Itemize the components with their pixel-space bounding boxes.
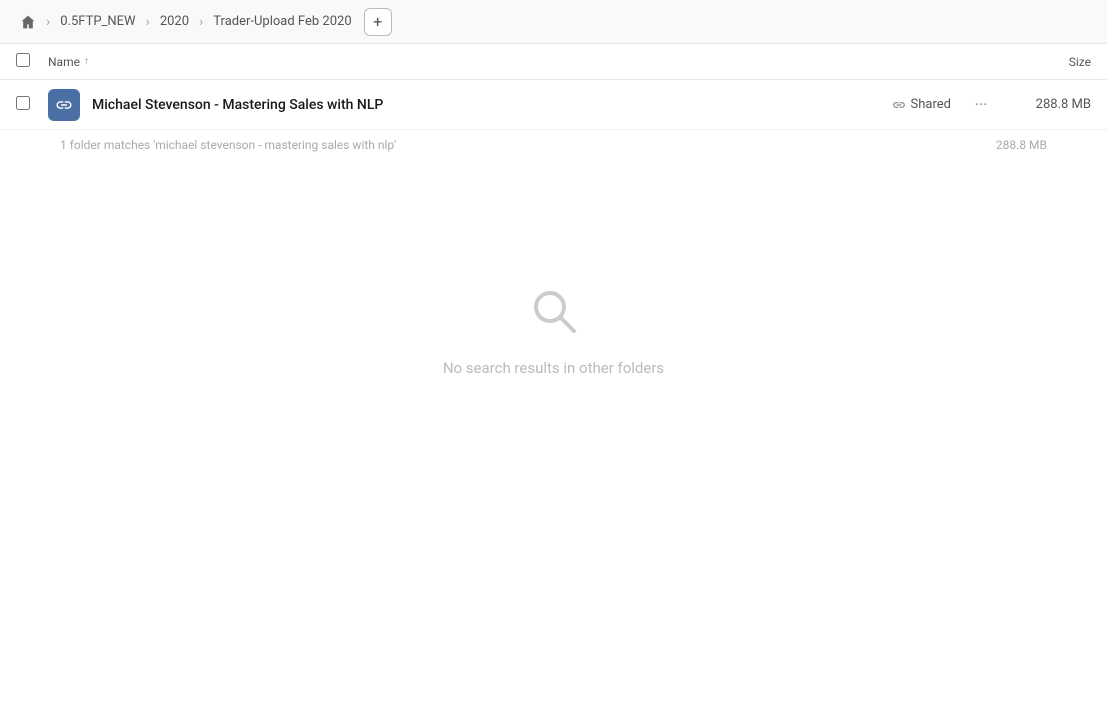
more-options-button[interactable]: ··· xyxy=(967,91,995,119)
size-column-header: Size xyxy=(1011,55,1091,69)
shared-label: Shared xyxy=(911,97,951,112)
breadcrumb-bar: › 0.5FTP_NEW › 2020 › Trader-Upload Feb … xyxy=(0,0,1107,44)
breadcrumb-separator-3: › xyxy=(197,14,205,30)
match-size-text: 288.8 MB xyxy=(967,138,1047,152)
column-header: Name ↑ Size xyxy=(0,44,1107,80)
link-icon xyxy=(55,96,73,114)
breadcrumb-separator-2: › xyxy=(144,14,152,30)
folder-icon xyxy=(48,89,80,121)
breadcrumb-item-3[interactable]: Trader-Upload Feb 2020 xyxy=(205,10,359,33)
breadcrumb-separator-1: › xyxy=(44,14,52,30)
match-info-row: 1 folder matches 'michael stevenson - ma… xyxy=(0,130,1107,160)
empty-state-message: No search results in other folders xyxy=(443,359,664,377)
file-row[interactable]: Michael Stevenson - Mastering Sales with… xyxy=(0,80,1107,130)
match-count-text: 1 folder matches 'michael stevenson - ma… xyxy=(60,138,967,152)
file-checkbox[interactable] xyxy=(16,95,36,114)
breadcrumb-item-1[interactable]: 0.5FTP_NEW xyxy=(52,10,143,33)
share-icon xyxy=(892,98,906,112)
more-icon: ··· xyxy=(975,95,988,114)
breadcrumb-item-2[interactable]: 2020 xyxy=(152,10,197,33)
select-all-checkbox[interactable] xyxy=(16,52,36,71)
name-column-header[interactable]: Name ↑ xyxy=(48,55,1011,69)
add-tab-button[interactable]: + xyxy=(364,8,392,36)
breadcrumb-home[interactable] xyxy=(12,10,44,34)
empty-state: No search results in other folders xyxy=(0,160,1107,500)
file-size: 288.8 MB xyxy=(1011,97,1091,112)
no-results-search-icon xyxy=(526,283,582,343)
shared-status: Shared xyxy=(892,97,951,112)
file-name: Michael Stevenson - Mastering Sales with… xyxy=(92,97,892,113)
sort-arrow-icon: ↑ xyxy=(84,56,89,67)
